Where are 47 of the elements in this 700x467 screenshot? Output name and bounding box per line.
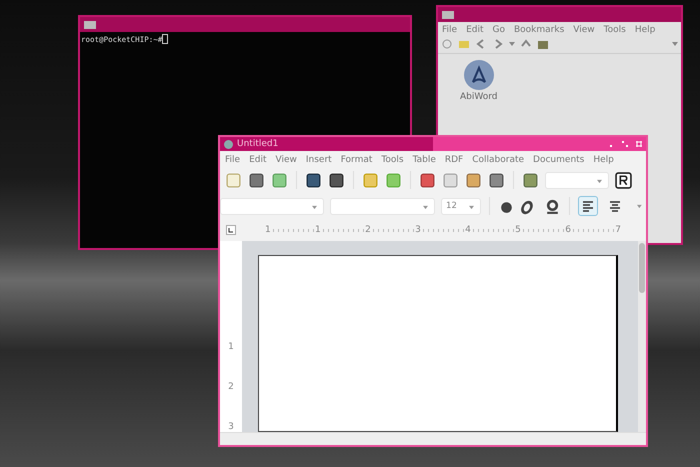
menu-item[interactable]: View (276, 155, 297, 165)
align-center-icon (608, 200, 621, 212)
maximize-icon[interactable] (622, 141, 628, 147)
caret-icon (423, 204, 428, 210)
caret-icon (312, 204, 317, 210)
menu-item[interactable]: Insert (306, 155, 332, 165)
menu-item[interactable]: Tools (604, 25, 626, 35)
menu-item[interactable]: File (225, 155, 240, 165)
menu-item[interactable]: View (573, 25, 595, 35)
menu-item[interactable]: Help (634, 25, 656, 35)
ruler-number: 2 (228, 382, 234, 392)
font-size-dropdown[interactable]: 12 (441, 198, 481, 214)
align-left-icon (582, 200, 594, 212)
menu-item[interactable]: Collaborate (472, 155, 524, 165)
ruler-number: 5 (514, 224, 522, 236)
caret-icon[interactable] (637, 204, 642, 208)
menu-item[interactable]: Tools (381, 155, 404, 165)
menu-item[interactable]: Table (412, 155, 436, 165)
r-letter-icon[interactable] (615, 172, 632, 188)
ruler-number: 3 (414, 224, 422, 236)
ruler-number: 3 (228, 422, 234, 432)
menu-item[interactable]: Go (492, 25, 505, 35)
menu-item[interactable]: Documents (533, 155, 584, 165)
menu-item[interactable]: Edit (249, 155, 266, 165)
app-icon[interactable] (464, 60, 494, 90)
ruler-number: 1 (228, 342, 234, 352)
window-icon (84, 20, 96, 28)
caret-icon (597, 178, 602, 184)
menu-item[interactable]: Bookmarks (514, 25, 564, 35)
dropdown-arrow-icon[interactable] (509, 41, 515, 47)
menu-item[interactable]: Help (593, 155, 614, 165)
scrollbar[interactable] (638, 241, 646, 432)
menu-item[interactable]: Edit (466, 25, 484, 35)
app-label[interactable]: AbiWord (460, 92, 498, 102)
menu-item[interactable]: Format (340, 155, 372, 165)
menu-item[interactable]: RDF (444, 155, 464, 165)
scrollbar-thumb[interactable] (639, 243, 645, 293)
dropdown-arrow-icon[interactable] (672, 41, 678, 47)
tab-stop-icon[interactable] (226, 225, 236, 235)
window-title: Untitled1 (237, 139, 278, 149)
close-icon[interactable] (636, 141, 642, 147)
ruler-number: 6 (564, 224, 572, 236)
caret-icon (468, 204, 474, 210)
menu-item[interactable]: File (442, 25, 458, 35)
app-icon (224, 140, 233, 148)
align-left-button[interactable] (578, 196, 598, 216)
text-cursor (162, 34, 168, 44)
